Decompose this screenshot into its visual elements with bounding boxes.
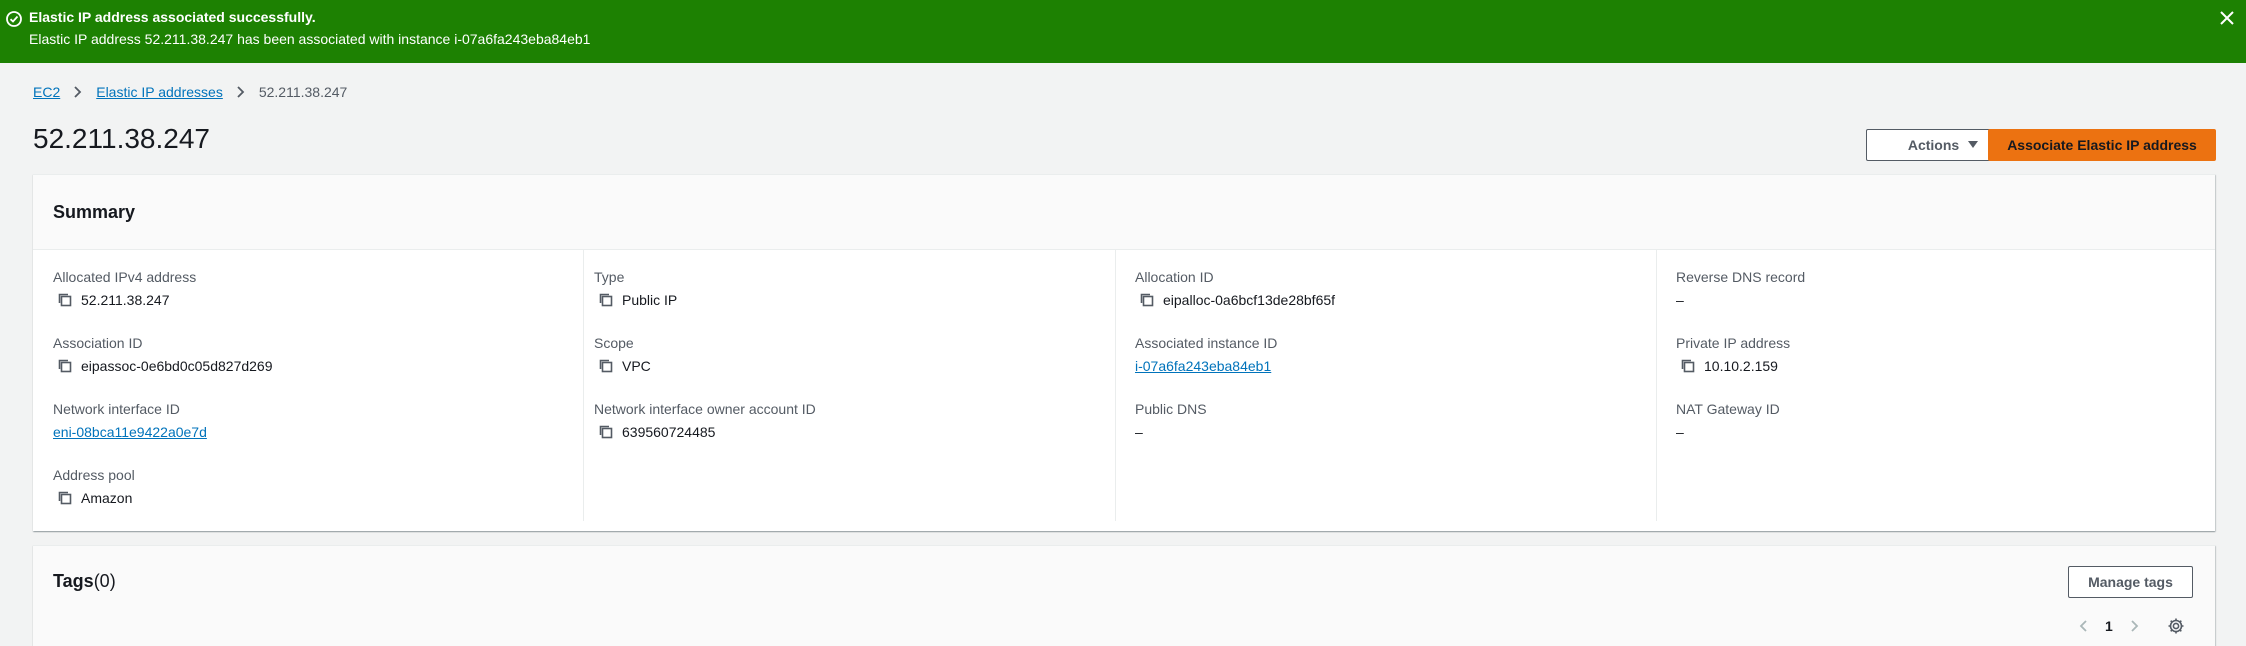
value: 10.10.2.159	[1704, 358, 1778, 374]
field-reverse-dns: Reverse DNS record –	[1676, 269, 1805, 308]
manage-tags-button[interactable]: Manage tags	[2068, 566, 2193, 598]
label: Network interface ID	[53, 401, 180, 417]
field-association-id: Association ID eipassoc-0e6bd0c05d827d26…	[53, 335, 273, 374]
chevron-right-icon	[74, 86, 82, 98]
close-icon[interactable]	[2216, 7, 2238, 29]
gear-icon[interactable]	[2167, 617, 2185, 635]
success-flash-banner: Elastic IP address associated successful…	[0, 0, 2246, 63]
breadcrumb-current: 52.211.38.247	[258, 84, 348, 100]
value: eipassoc-0e6bd0c05d827d269	[81, 358, 273, 374]
page-title: 52.211.38.247	[33, 123, 210, 154]
value: eipalloc-0a6bcf13de28bf65f	[1163, 292, 1336, 308]
summary-column-4: Reverse DNS record – Private IP address …	[1656, 250, 2215, 521]
field-associated-instance: Associated instance ID i-07a6fa243eba84e…	[1135, 335, 1277, 374]
summary-grid: Allocated IPv4 address 52.211.38.247 Ass…	[33, 250, 2215, 529]
copy-icon[interactable]	[598, 292, 614, 308]
breadcrumb: EC2 Elastic IP addresses 52.211.38.247	[33, 84, 347, 100]
summary-column-1: Allocated IPv4 address 52.211.38.247 Ass…	[33, 250, 584, 521]
value: Public IP	[622, 292, 678, 308]
label: Network interface owner account ID	[594, 401, 816, 417]
summary-column-3: Allocation ID eipalloc-0a6bcf13de28bf65f…	[1115, 250, 1657, 521]
chevron-right-icon	[237, 86, 245, 98]
copy-icon[interactable]	[1680, 358, 1696, 374]
label: Type	[594, 269, 625, 285]
field-allocation-id: Allocation ID eipalloc-0a6bcf13de28bf65f	[1135, 269, 1335, 308]
label: Public DNS	[1135, 401, 1207, 417]
breadcrumb-elastic-ips[interactable]: Elastic IP addresses	[96, 84, 223, 100]
value: 639560724485	[622, 424, 716, 440]
field-network-interface-id: Network interface ID eni-08bca11e9422a0e…	[53, 401, 207, 440]
field-private-ip: Private IP address 10.10.2.159	[1676, 335, 1790, 374]
copy-icon[interactable]	[57, 292, 73, 308]
tags-count: (0)	[93, 571, 116, 591]
value: –	[1676, 292, 1684, 308]
value: 52.211.38.247	[81, 292, 170, 308]
tags-title-label: Tags	[53, 571, 94, 591]
copy-icon[interactable]	[1139, 292, 1155, 308]
value: –	[1676, 424, 1684, 440]
field-public-dns: Public DNS –	[1135, 401, 1207, 440]
label: Address pool	[53, 467, 135, 483]
instance-link[interactable]: i-07a6fa243eba84eb1	[1135, 358, 1271, 374]
label: Scope	[594, 335, 634, 351]
chevron-right-icon[interactable]	[2127, 619, 2141, 633]
associate-eip-button[interactable]: Associate Elastic IP address	[1988, 129, 2216, 161]
field-allocated-ipv4: Allocated IPv4 address 52.211.38.247	[53, 269, 196, 308]
breadcrumb-ec2[interactable]: EC2	[33, 84, 60, 100]
network-interface-link[interactable]: eni-08bca11e9422a0e7d	[53, 424, 207, 440]
value: –	[1135, 424, 1143, 440]
summary-column-2: Type Public IP Scope VPC Network interfa…	[574, 250, 1116, 521]
field-type: Type Public IP	[594, 269, 677, 308]
field-scope: Scope VPC	[594, 335, 651, 374]
copy-icon[interactable]	[598, 424, 614, 440]
page-number[interactable]: 1	[2105, 618, 2113, 634]
label: Associated instance ID	[1135, 335, 1278, 351]
label: Association ID	[53, 335, 143, 351]
flash-title: Elastic IP address associated successful…	[29, 9, 316, 25]
field-address-pool: Address pool Amazon	[53, 467, 135, 506]
flash-message: Elastic IP address 52.211.38.247 has bee…	[29, 31, 591, 47]
label: Reverse DNS record	[1676, 269, 1806, 285]
value: VPC	[622, 358, 651, 374]
label: NAT Gateway ID	[1676, 401, 1780, 417]
copy-icon[interactable]	[57, 490, 73, 506]
pagination: 1	[2077, 617, 2185, 635]
field-ni-owner-account: Network interface owner account ID 63956…	[594, 401, 816, 440]
value: Amazon	[81, 490, 133, 506]
caret-down-icon	[1968, 141, 1979, 148]
actions-label: Actions	[1907, 137, 1960, 153]
label: Allocation ID	[1135, 269, 1214, 285]
label: Allocated IPv4 address	[53, 269, 197, 285]
copy-icon[interactable]	[57, 358, 73, 374]
tags-panel: Tags(0) Manage tags 1	[33, 545, 2215, 646]
summary-header: Summary	[33, 175, 2215, 250]
chevron-left-icon[interactable]	[2077, 619, 2091, 633]
label: Private IP address	[1676, 335, 1791, 351]
summary-panel: Summary Allocated IPv4 address 52.211.38…	[33, 174, 2215, 531]
success-check-icon	[6, 11, 22, 27]
field-nat-gateway: NAT Gateway ID –	[1676, 401, 1780, 440]
copy-icon[interactable]	[598, 358, 614, 374]
tags-title: Tags(0)	[53, 571, 116, 592]
